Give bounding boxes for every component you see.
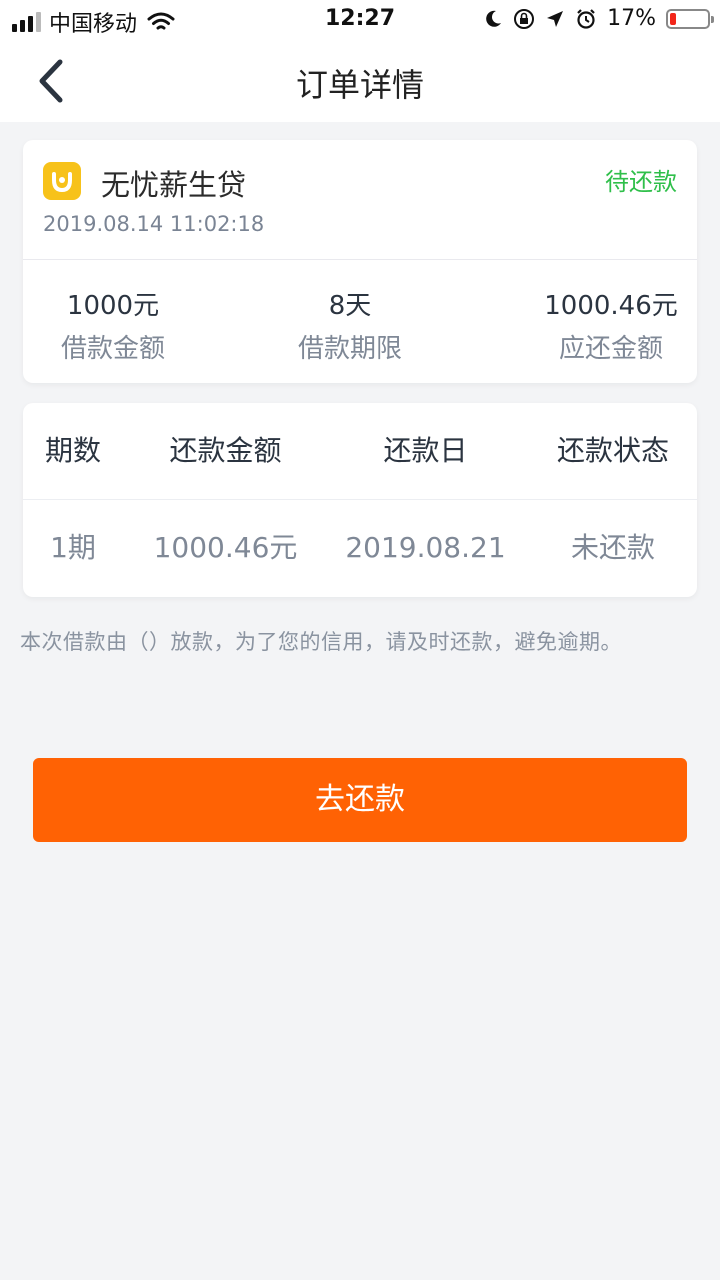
order-status-badge: 待还款	[605, 168, 677, 196]
product-name: 无忧薪生贷	[101, 168, 247, 202]
loan-term-stat: 8天 借款期限	[250, 285, 450, 365]
header-amount: 还款金额	[169, 434, 282, 467]
battery-level	[670, 12, 676, 25]
status-bar: 中国移动 12:27 17%	[0, 0, 720, 40]
repayment-notice: 本次借款由（）放款，为了您的信用，请及时还款，避免逾期。	[20, 630, 622, 654]
cell-date: 2019.08.21	[345, 531, 506, 564]
go-repay-button[interactable]: 去还款	[33, 758, 687, 842]
repayment-schedule-table: 期数 还款金额 还款日 还款状态 1期 1000.46元 2019.08.21 …	[23, 403, 697, 597]
cell-period: 1期	[50, 531, 96, 564]
repay-amount-value: 1000.46元	[544, 291, 678, 321]
cell-amount: 1000.46元	[153, 531, 298, 564]
alarm-icon	[577, 8, 595, 29]
divider	[23, 259, 697, 260]
battery-percent: 17%	[607, 6, 656, 31]
status-right: 17%	[483, 6, 714, 31]
table-row: 1期 1000.46元 2019.08.21 未还款	[23, 500, 697, 596]
rotation-lock-icon	[514, 8, 535, 29]
battery-icon	[666, 8, 714, 29]
moon-icon	[486, 10, 502, 27]
header-period: 期数	[44, 434, 101, 467]
loan-term-value: 8天	[328, 291, 372, 321]
table-header-row: 期数 还款金额 还款日 还款状态	[23, 403, 697, 500]
header-date: 还款日	[383, 434, 468, 467]
page-title: 订单详情	[295, 66, 424, 104]
header-status: 还款状态	[556, 434, 669, 467]
cell-status: 未还款	[570, 531, 655, 564]
order-summary-card: 无忧薪生贷 待还款 2019.08.14 11:02:18 1000元 借款金额…	[23, 140, 697, 383]
repay-amount-label: 应还金额	[558, 334, 663, 364]
loan-term-label: 借款期限	[297, 334, 402, 364]
loan-amount-stat: 1000元 借款金额	[13, 285, 213, 365]
repay-amount-stat: 1000.46元 应还金额	[511, 285, 711, 365]
nav-bar: 订单详情	[0, 40, 720, 122]
order-time: 2019.08.14 11:02:18	[43, 212, 265, 236]
location-arrow-icon	[547, 10, 564, 27]
loan-amount-value: 1000元	[66, 291, 160, 321]
loan-amount-label: 借款金额	[60, 334, 165, 364]
product-logo-icon	[43, 162, 81, 200]
